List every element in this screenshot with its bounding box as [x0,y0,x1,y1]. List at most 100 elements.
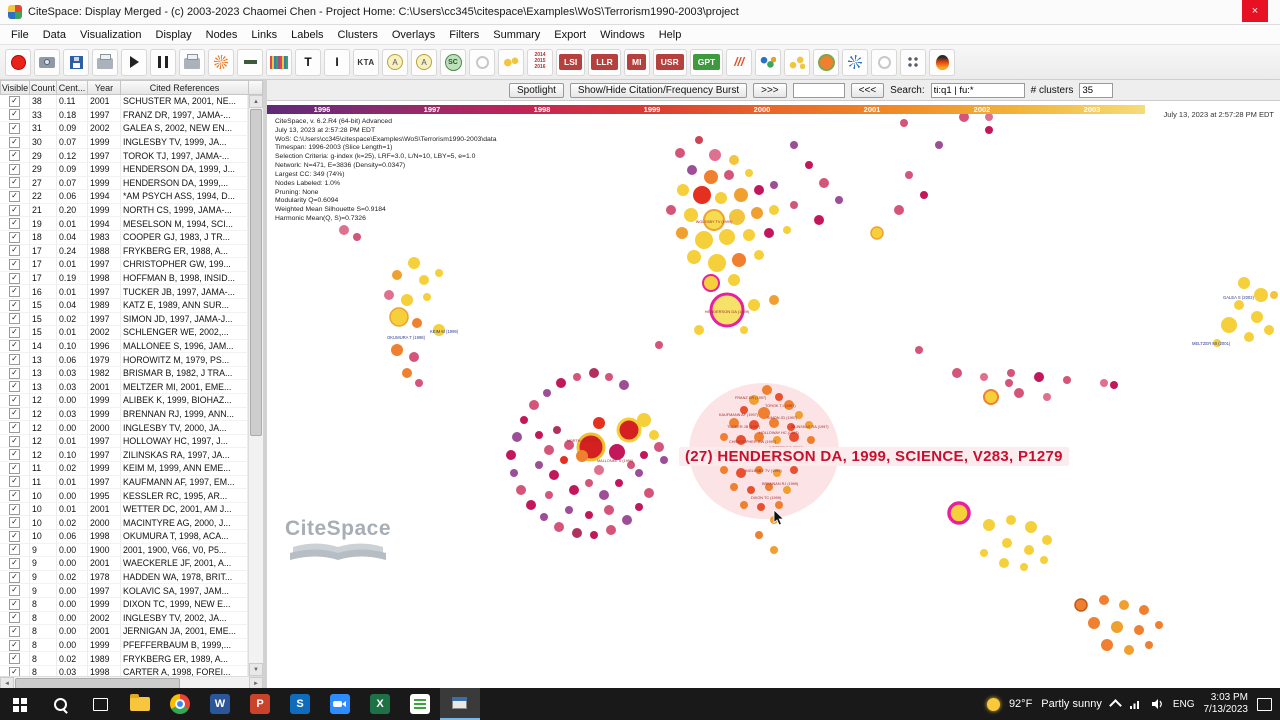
word-button[interactable]: W [200,688,240,720]
network-node[interactable] [920,191,928,199]
vertical-scrollbar[interactable]: ▲ ▼ [248,95,263,676]
network-node[interactable] [1024,545,1034,555]
reference-cell[interactable]: ZILINSKAS RA, 1997, JA... [121,448,248,462]
visible-checkbox[interactable]: ✓ [9,476,20,488]
reference-cell[interactable]: MALLONEE S, 1996, JAM... [121,339,248,353]
network-node[interactable] [1063,376,1071,384]
menu-labels[interactable]: Labels [284,29,330,41]
visible-checkbox[interactable]: ✓ [9,625,20,637]
reference-cell[interactable]: KOLAVIC SA, 1997, JAM... [121,584,248,597]
network-node[interactable] [616,417,642,443]
network-node[interactable] [415,379,423,387]
author-a-button[interactable]: A [382,48,408,76]
network-node[interactable] [708,254,726,272]
table-row[interactable]: ✓ 15 0.01 2002 SCHLENGER WE, 2002,... [0,326,248,340]
visible-checkbox[interactable]: ✓ [9,408,20,420]
network-node[interactable] [1025,521,1037,533]
network-node[interactable] [402,368,412,378]
menu-summary[interactable]: Summary [486,29,547,41]
network-node[interactable] [1264,325,1274,335]
network-node[interactable] [900,119,908,127]
table-row[interactable]: ✓ 9 0.00 2001 WAECKERLE JF, 2001, A... [0,557,248,571]
network-node[interactable] [589,368,599,378]
col-header-references[interactable]: Cited References [121,80,249,95]
network-node[interactable] [605,373,613,381]
network-node[interactable] [687,250,701,264]
reference-cell[interactable]: DIXON TC, 1999, NEW E... [121,597,248,611]
visible-checkbox[interactable]: ✓ [9,326,20,338]
visible-checkbox[interactable]: ✓ [9,544,20,556]
reference-cell[interactable]: *AM PSYCH ASS, 1994, D... [121,190,248,203]
table-row[interactable]: ✓ 12 0.10 1997 ZILINSKAS RA, 1997, JA... [0,448,248,463]
network-node[interactable] [1074,598,1088,612]
network-node[interactable] [622,515,632,525]
visible-checkbox[interactable]: ✓ [9,95,20,107]
network-node[interactable] [734,188,748,202]
scroll-down-button[interactable]: ▼ [249,663,263,676]
years-badge-button[interactable]: 2014 2015 2016 [527,48,553,76]
label-title-button[interactable]: T [295,48,321,76]
visible-checkbox[interactable]: ✓ [9,639,20,651]
visible-checkbox[interactable]: ✓ [9,286,20,298]
zoom-button[interactable] [320,688,360,720]
network-node[interactable] [549,470,559,480]
reference-cell[interactable]: KESSLER RC, 1995, AR... [121,489,248,502]
save-button[interactable] [63,48,89,76]
table-row[interactable]: ✓ 22 0.06 1994 *AM PSYCH ASS, 1994, D... [0,190,248,204]
network-node[interactable] [980,549,988,557]
network-node[interactable] [747,486,755,494]
table-row[interactable]: ✓ 12 0.00 1999 ALIBEK K, 1999, BIOHAZ... [0,394,248,408]
table-row[interactable]: ✓ 14 0.10 1996 MALLONEE S, 1996, JAM... [0,339,248,354]
network-node[interactable] [952,368,962,378]
network-node[interactable] [1034,372,1044,382]
network-node[interactable] [704,170,718,184]
table-row[interactable]: ✓ 9 0.02 1978 HADDEN WA, 1978, BRIT... [0,570,248,585]
table-row[interactable]: ✓ 8 0.02 1989 FRYKBERG ER, 1989, A... [0,652,248,666]
spotlight-button[interactable]: Spotlight [509,82,564,98]
reference-cell[interactable]: KAUFMANN AF, 1997, EM... [121,475,248,489]
network-node[interactable] [619,380,629,390]
table-row[interactable]: ✓ 17 0.01 1997 CHRISTOPHER GW, 199... [0,258,248,272]
network-node[interactable] [401,294,413,306]
network-node[interactable] [814,215,824,225]
visible-checkbox[interactable]: ✓ [9,394,20,406]
table-row[interactable]: ✓ 30 0.07 1999 INGLESBY TV, 1999, JA... [0,135,248,150]
node-label[interactable]: INGLESBY TV (1999) [745,469,783,473]
reference-cell[interactable]: SCHUSTER MA, 2001, NE... [121,95,248,108]
reference-cell[interactable]: BRENNAN RJ, 1999, ANN... [121,407,248,421]
visible-checkbox[interactable]: ✓ [9,530,20,542]
network-node[interactable] [1145,641,1153,649]
table-row[interactable]: ✓ 18 0.04 1983 COOPER GJ, 1983, J TR... [0,230,248,245]
network-node[interactable] [770,181,778,189]
network-node[interactable] [755,531,763,539]
reference-cell[interactable]: MELTZER MI, 2001, EME... [121,380,248,394]
usr-button[interactable]: USR [652,48,687,76]
network-node[interactable] [655,341,663,349]
language-indicator[interactable]: ENG [1173,699,1195,710]
network-node[interactable] [695,231,713,249]
visible-checkbox[interactable]: ✓ [9,435,20,447]
start-button[interactable] [0,688,40,720]
reference-cell[interactable]: MESELSON M, 1994, SCI... [121,217,248,230]
reference-cell[interactable]: COOPER GJ, 1983, J TR... [121,230,248,244]
visible-checkbox[interactable]: ✓ [9,571,20,583]
ref-ring-button[interactable] [469,48,495,76]
step-input[interactable] [792,82,845,98]
network-node[interactable] [510,469,518,477]
network-node[interactable] [392,270,402,280]
network-node[interactable] [339,225,349,235]
network-node[interactable] [615,479,623,487]
network-node[interactable] [391,344,403,356]
visible-checkbox[interactable]: ✓ [9,218,20,230]
network-node[interactable] [1139,605,1149,615]
visible-checkbox[interactable]: ✓ [9,557,20,569]
highlighted-node-label[interactable]: (27) HENDERSON DA, 1999, SCIENCE, V283, … [679,447,1069,466]
forward-button[interactable]: >>> [753,82,787,98]
reference-cell[interactable]: INGLESBY TV, 2000, JA... [121,421,248,434]
action-center-icon[interactable] [1257,697,1272,711]
link-strength-button[interactable] [237,48,263,76]
reference-cell[interactable]: KATZ E, 1989, ANN SUR... [121,298,248,312]
network-node[interactable] [1124,645,1134,655]
network-node[interactable] [1254,288,1268,302]
table-row[interactable]: ✓ 17 0.24 1988 FRYKBERG ER, 1988, A... [0,244,248,259]
